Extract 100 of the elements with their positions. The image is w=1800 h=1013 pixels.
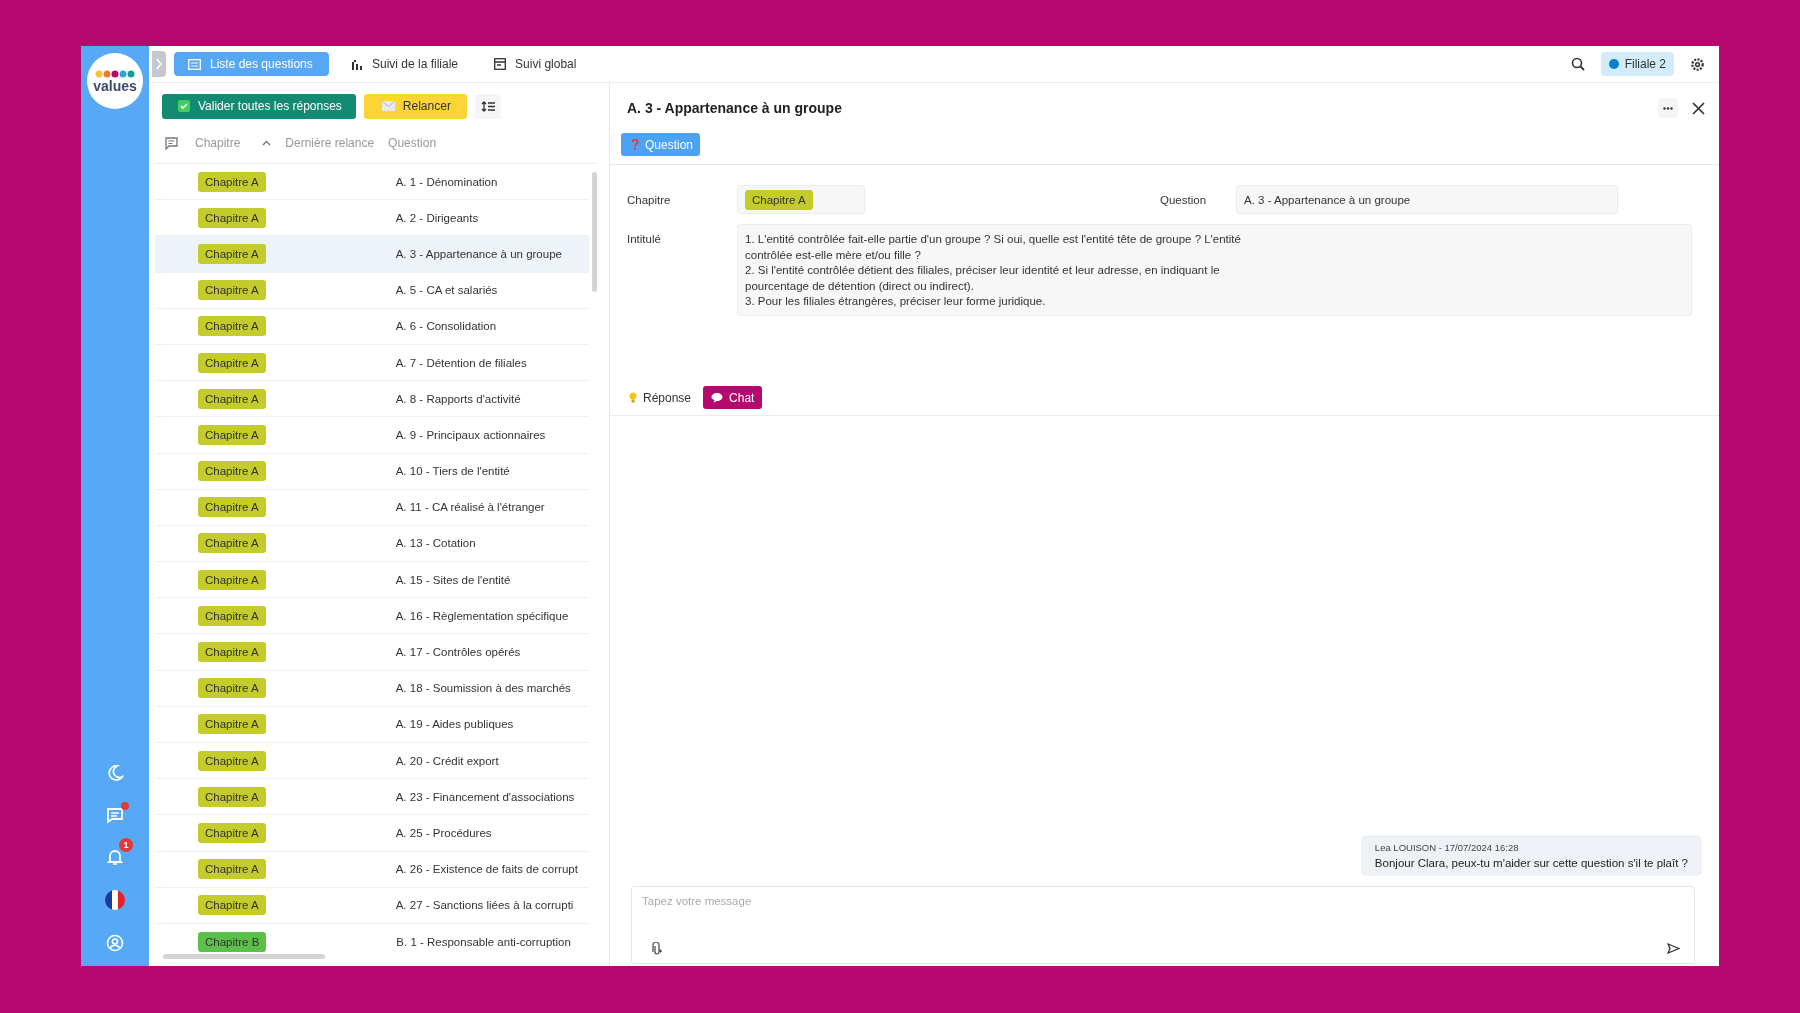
user-icon[interactable]	[106, 934, 124, 952]
table-row[interactable]: Chapitre A A. 8 - Rapports d'activité	[155, 381, 589, 418]
panel-tab[interactable]: Chat	[703, 386, 763, 409]
message-icon[interactable]	[106, 806, 124, 824]
table-row[interactable]: Chapitre A A. 7 - Détention de filiales	[155, 344, 589, 382]
search-icon[interactable]	[1570, 57, 1585, 71]
question-cell: A. 15 - Sites de l'entité	[395, 573, 511, 586]
chapter-tag: Chapitre A	[198, 533, 266, 554]
table-row[interactable]: Chapitre A A. 27 - Sanctions liées à la corrupti	[155, 887, 589, 924]
table-row[interactable]: Chapitre A A. 5 - CA et salariés	[155, 272, 589, 309]
chevron-icon	[155, 58, 163, 70]
close-icon[interactable]	[1692, 101, 1705, 115]
moon-icon[interactable]	[106, 764, 124, 782]
question-cell: B. 1 - Responsable anti-corruption	[396, 935, 571, 948]
sort-icon	[480, 100, 495, 112]
chapter-tag: Chapitre A	[198, 461, 266, 482]
wording-field[interactable]: 1. L'entité contrôlée fait-elle partie d'un groupe ? Si oui, quelle est l'entité tête de groupe ? L'entité contrôlée est-elle mère et/ou fille ? 2. Si l'entité contrôlée détient des filiales, préciser leur identité et leur adresse, en indiquant le pourcentage de détention (direct ou indirect). 3. Pour les filiales étrangères, préciser leur forme juridique.	[737, 224, 1692, 316]
question-cell: A. 25 - Procédures	[395, 826, 492, 839]
chapter-tag: Chapitre A	[745, 189, 813, 210]
panel-tab[interactable]: Réponse	[627, 386, 698, 409]
horizontal-scrollbar[interactable]	[163, 954, 325, 959]
question-cell: A. 5 - CA et salariés	[395, 284, 498, 297]
vertical-scrollbar[interactable]	[592, 172, 597, 292]
table-row[interactable]: Chapitre A A. 26 - Existence de faits de corrupt	[155, 851, 589, 888]
checkbox-icon	[178, 100, 190, 112]
table-row[interactable]: Chapitre A A. 10 - Tiers de l'entité	[155, 453, 589, 490]
question-cell: A. 18 - Soumission à des marchés	[395, 682, 571, 695]
question-cell: A. 27 - Sanctions liées à la corrupti	[395, 899, 574, 912]
table-row[interactable]: Chapitre A A. 23 - Financement d'associations	[155, 779, 589, 816]
field-label: Intitulé	[627, 232, 662, 245]
chapter-tag: Chapitre A	[198, 171, 266, 192]
flag-icon[interactable]	[105, 890, 125, 910]
sort-caret-icon[interactable]	[262, 140, 272, 146]
column-settings-icon[interactable]	[165, 136, 179, 150]
remind-button[interactable]: Relancer	[363, 93, 467, 119]
nav-tab[interactable]: Suivi de la filiale	[337, 52, 473, 76]
ellipsis-icon	[1663, 106, 1673, 110]
table-row[interactable]: Chapitre A A. 16 - Règlementation spécifique	[155, 598, 589, 635]
logo[interactable]: values	[87, 53, 143, 109]
notification-badge: 1	[119, 838, 133, 852]
table-row[interactable]: Chapitre A A. 13 - Cotation	[155, 525, 589, 563]
question-mark-icon	[631, 139, 639, 150]
chapter-tag: Chapitre A	[198, 822, 266, 843]
sort-button[interactable]	[474, 93, 501, 119]
bell-icon[interactable]	[106, 848, 124, 866]
lightbulb-icon	[629, 391, 637, 404]
chapter-tag: Chapitre A	[198, 424, 266, 445]
validate-all-button[interactable]: Valider toutes les réponses	[162, 93, 356, 119]
chapter-tag: Chapitre A	[198, 569, 266, 590]
table-row[interactable]: Chapitre A A. 25 - Procédures	[155, 815, 589, 852]
chapter-tag: Chapitre B	[198, 931, 267, 952]
table-row[interactable]: Chapitre A A. 6 - Consolidation	[155, 308, 589, 345]
table-row[interactable]: Chapitre A A. 20 - Crédit export	[155, 743, 589, 780]
chapter-field[interactable]: Chapitre A	[737, 185, 865, 214]
table-row[interactable]: Chapitre A A. 15 - Sites de l'entité	[155, 562, 589, 599]
bar-chart-icon	[351, 58, 363, 70]
chapter-tag: Chapitre A	[198, 605, 266, 626]
table-row[interactable]: Chapitre A A. 18 - Soumission à des marchés	[155, 670, 589, 707]
question-cell: A. 7 - Détention de filiales	[395, 356, 527, 369]
chapter-tag: Chapitre A	[198, 714, 266, 735]
question-field[interactable]: A. 3 - Appartenance à un groupe	[1236, 185, 1618, 214]
question-cell: A. 2 - Dirigeants	[395, 211, 479, 224]
chapter-tag: Chapitre A	[198, 243, 266, 264]
settings-icon[interactable]	[1690, 56, 1705, 72]
chapter-tag: Chapitre A	[198, 207, 266, 228]
table-row[interactable]: Chapitre A A. 19 - Aides publiques	[155, 706, 589, 743]
question-cell: A. 6 - Consolidation	[395, 320, 497, 333]
table-row[interactable]: Chapitre A A. 17 - Contrôles opérés	[155, 634, 589, 671]
chapter-tag: Chapitre A	[198, 497, 266, 518]
table-row[interactable]: Chapitre A A. 11 - CA réalisé à l'étranger	[155, 489, 589, 526]
message-text: Bonjour Clara, peux-tu m'aider sur cette question s'il te plaît ?	[1374, 857, 1688, 869]
more-button[interactable]	[1658, 98, 1678, 118]
question-cell: A. 17 - Contrôles opérés	[395, 646, 521, 659]
question-cell: A. 26 - Existence de faits de corrupt	[395, 863, 578, 876]
question-cell: A. 9 - Principaux actionnaires	[395, 428, 546, 441]
list-icon	[188, 58, 201, 70]
send-icon[interactable]	[1667, 943, 1680, 954]
question-cell: A. 11 - CA réalisé à l'étranger	[395, 501, 545, 514]
question-cell: A. 8 - Rapports d'activité	[395, 392, 521, 405]
nav-tab[interactable]: Suivi global	[480, 52, 591, 76]
subsidiary-button[interactable]: Filiale 2	[1600, 52, 1674, 76]
question-cell: A. 20 - Crédit export	[395, 754, 499, 767]
question-cell: A. 1 - Dénomination	[395, 175, 498, 188]
field-label: Question	[1160, 193, 1208, 206]
field-label: Chapitre	[627, 193, 672, 206]
chapter-tag: Chapitre A	[198, 750, 266, 771]
question-cell: A. 19 - Aides publiques	[395, 718, 514, 731]
table-row[interactable]: Chapitre A A. 3 - Appartenance à un groupe	[155, 236, 589, 273]
table-row[interactable]: Chapitre A A. 9 - Principaux actionnaires	[155, 417, 589, 454]
question-cell: A. 23 - Financement d'associations	[395, 790, 575, 803]
detail-title: A. 3 - Appartenance à un groupe	[627, 100, 843, 116]
chapter-tag: Chapitre A	[198, 280, 266, 301]
chapter-tag: Chapitre A	[198, 642, 266, 663]
calendar-icon	[494, 58, 507, 70]
chapter-tag: Chapitre A	[198, 678, 266, 699]
table-row[interactable]: Chapitre A A. 1 - Dénomination	[155, 164, 589, 201]
question-cell: A. 10 - Tiers de l'entité	[395, 465, 510, 478]
attachment-icon[interactable]	[652, 942, 662, 955]
message-input[interactable]: Tapez votre message	[642, 895, 1684, 907]
envelope-icon	[381, 101, 395, 111]
